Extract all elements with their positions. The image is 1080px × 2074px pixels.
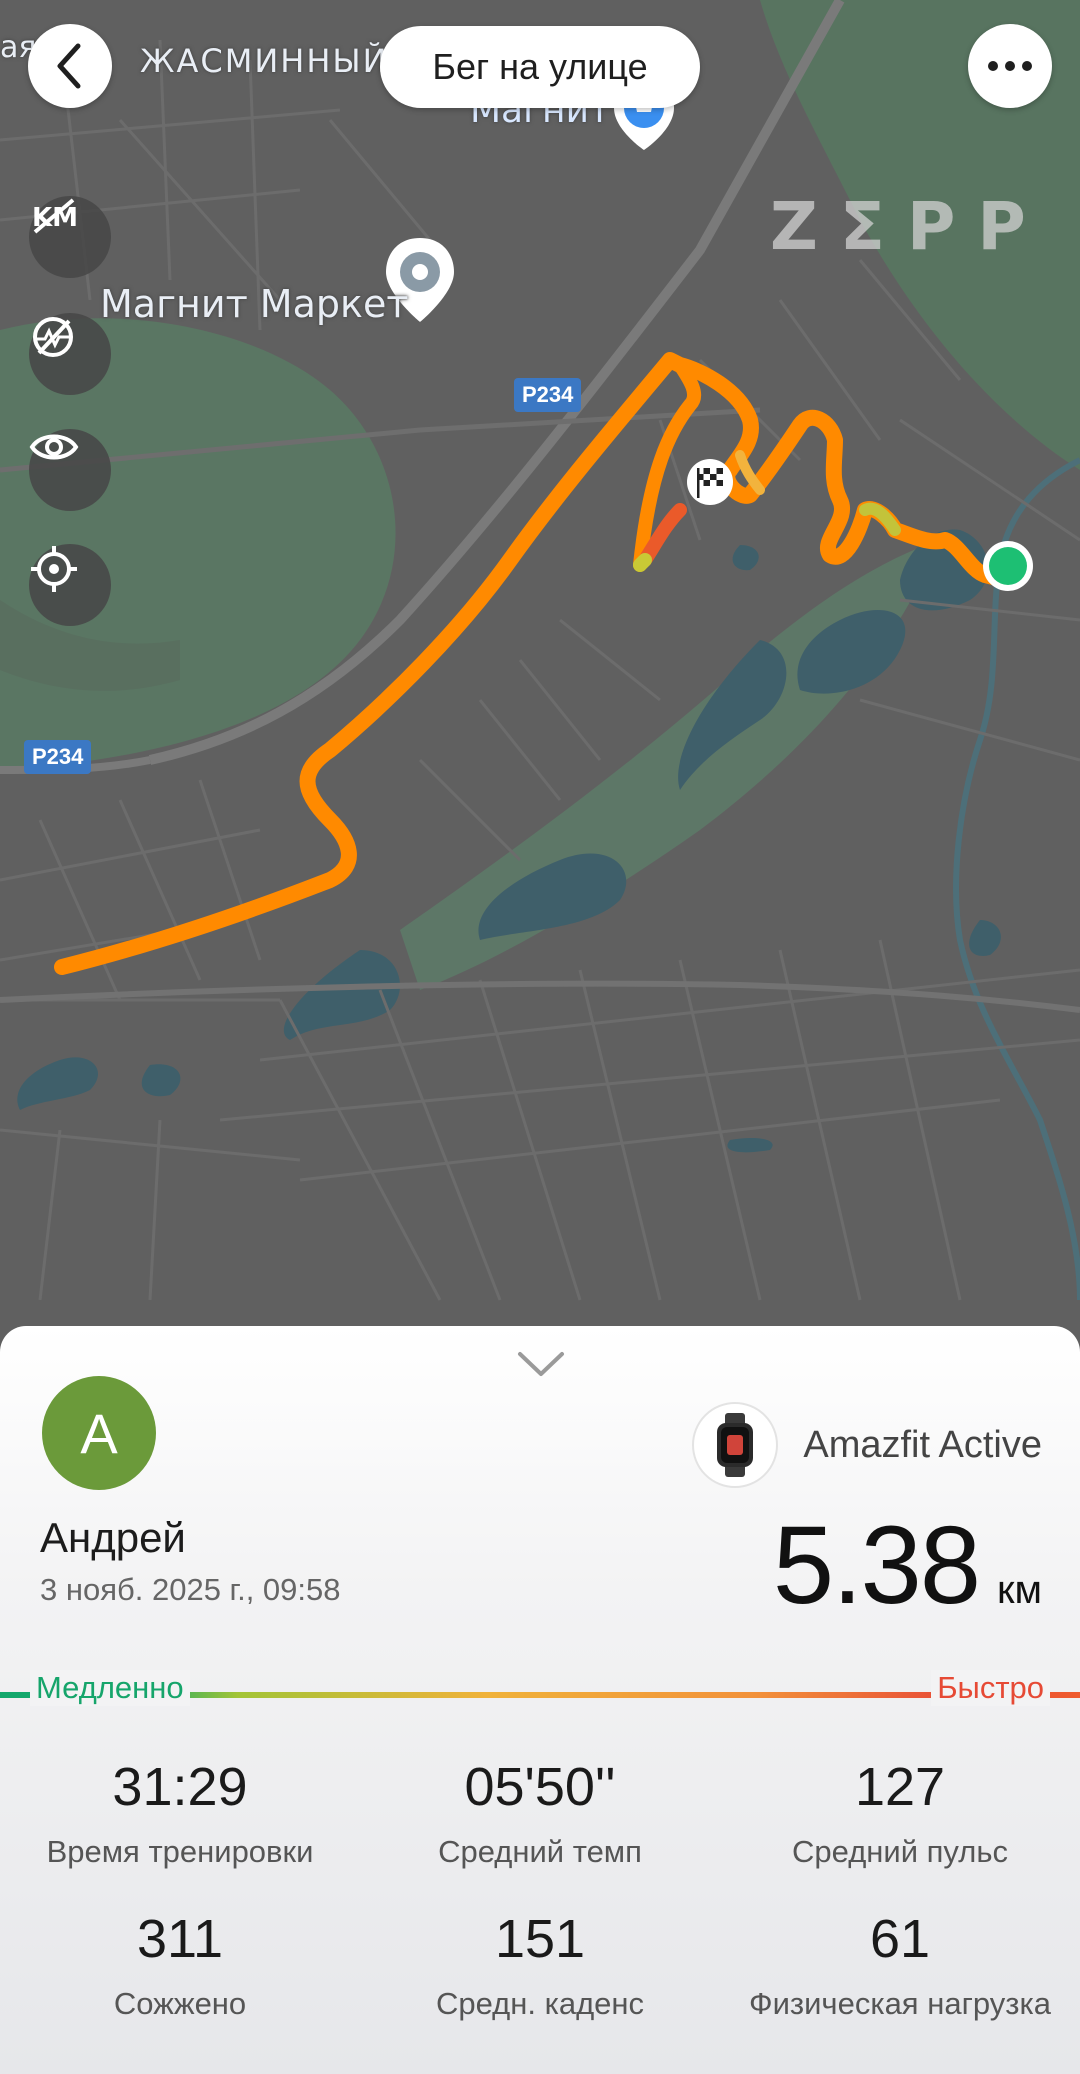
map-label-shop-market[interactable]: Магнит Маркет: [100, 282, 408, 326]
device-avatar[interactable]: [692, 1402, 778, 1488]
distance-display: 5.38 км: [773, 1502, 1042, 1629]
chevron-down-icon: [518, 1352, 564, 1376]
workout-detail-screen: ая ЖАСМИННЫЙ Магнит Магнит Маркет Р234 Р…: [0, 0, 1080, 2074]
chevron-left-icon: [57, 43, 81, 89]
pace-slow-label: Медленно: [30, 1670, 190, 1706]
workout-summary-sheet: A Андрей 3 нояб. 2025 г., 09:58 Amazfit …: [0, 1326, 1080, 2074]
stat-value: 151: [494, 1909, 586, 1969]
locate-icon: [31, 546, 77, 592]
pace-fast-label: Быстро: [931, 1670, 1050, 1706]
stat-label: Сожжено: [113, 1986, 247, 2021]
heart-rate-toggle-button[interactable]: [29, 313, 111, 395]
zepp-watermark: ZΣPP: [770, 188, 1048, 265]
pace-color-scale: Медленно Быстро: [0, 1668, 1080, 1718]
workout-type-title: Бег на улице: [380, 26, 700, 108]
stat-value: 31:29: [112, 1757, 248, 1817]
stat-value: 311: [136, 1909, 224, 1969]
stat-average-heart-rate[interactable]: 127 Средний пульс: [720, 1756, 1080, 1870]
more-horizontal-icon: [988, 61, 1032, 71]
stat-label: Время тренировки: [46, 1834, 314, 1869]
workout-datetime: 3 нояб. 2025 г., 09:58: [40, 1572, 341, 1607]
road-badge: Р234: [514, 378, 582, 412]
smartwatch-icon: [717, 1413, 753, 1477]
heart-rate-off-icon: [33, 317, 73, 357]
stat-value: 05'50'': [464, 1757, 616, 1817]
stat-training-load[interactable]: 61 Физическая нагрузка: [720, 1908, 1080, 2022]
km-markers-toggle-button[interactable]: KM: [29, 196, 111, 278]
device-name: Amazfit Active: [803, 1424, 1042, 1466]
stat-calories-burned[interactable]: 311 Сожжено: [0, 1908, 360, 2022]
stat-average-cadence[interactable]: 151 Средн. каденс: [360, 1908, 720, 2022]
stat-label: Физическая нагрузка: [749, 1986, 1051, 2021]
back-button[interactable]: [28, 24, 112, 108]
user-name: Андрей: [40, 1514, 186, 1561]
eye-icon: [29, 434, 79, 460]
stat-value: 61: [869, 1909, 931, 1969]
stat-label: Средний пульс: [792, 1834, 1008, 1869]
stat-value: 127: [854, 1757, 946, 1817]
stat-label: Средн. каденс: [435, 1986, 645, 2021]
km-markers-off-icon: KM: [32, 198, 78, 234]
stat-label: Средний темп: [438, 1834, 642, 1869]
map-label-district: ЖАСМИННЫЙ: [140, 42, 389, 80]
distance-unit: км: [997, 1568, 1042, 1612]
road-badge: Р234: [24, 740, 92, 774]
stat-workout-time[interactable]: 31:29 Время тренировки: [0, 1756, 360, 1870]
distance-value: 5.38: [772, 1504, 981, 1627]
avatar[interactable]: A: [42, 1376, 156, 1490]
visibility-toggle-button[interactable]: [29, 429, 111, 511]
more-options-button[interactable]: [968, 24, 1052, 108]
stat-average-pace[interactable]: 05'50'' Средний темп: [360, 1756, 720, 1870]
route-map[interactable]: ая ЖАСМИННЫЙ Магнит Магнит Маркет Р234 Р…: [0, 0, 1080, 1340]
locate-button[interactable]: [29, 544, 111, 626]
collapse-sheet-button[interactable]: [516, 1348, 566, 1383]
